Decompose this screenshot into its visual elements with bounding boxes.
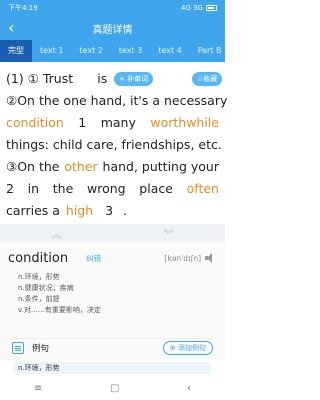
passage-word[interactable]: wrong bbox=[87, 178, 126, 200]
reading-passage: (1) ① Trust is a ful bu ②On the one hand… bbox=[0, 66, 227, 218]
blank-number[interactable]: 2 bbox=[6, 178, 14, 200]
back-nav-icon[interactable]: ‹ bbox=[187, 383, 191, 394]
passage-text: hand, putting your bbox=[102, 159, 219, 174]
expand-up-icon[interactable]: ︽ bbox=[51, 226, 61, 241]
back-icon[interactable]: ‹ bbox=[8, 18, 14, 38]
panel-divider: ︽ ︾ bbox=[0, 224, 225, 242]
meaning-item: n.条件，前提 bbox=[18, 295, 60, 303]
phonetic: [kən'dɪʃn] bbox=[164, 253, 201, 263]
home-icon[interactable]: ▢ bbox=[110, 383, 119, 394]
example-label: 例句 bbox=[32, 343, 50, 354]
word-header: condition 纠错 [kən'dɪʃn] bbox=[8, 248, 217, 268]
app-bar: ‹ 真题详情 bbox=[0, 16, 225, 40]
blank-number[interactable]: 1 bbox=[78, 112, 86, 134]
passage-line-6: 2 in the wrong place often bbox=[6, 178, 219, 200]
passage-word[interactable]: (1) ① Trust bbox=[6, 68, 73, 90]
status-bar: 下午4:19 4G 3G bbox=[0, 0, 225, 16]
speaker-icon[interactable] bbox=[205, 253, 217, 263]
meaning-item: n.环境，形势 bbox=[18, 273, 60, 281]
passage-word[interactable]: is bbox=[97, 68, 107, 90]
highlight-word-worthwhile[interactable]: worthwhile bbox=[150, 112, 219, 134]
collapse-down-icon[interactable]: ︾ bbox=[164, 226, 174, 241]
passage-line-5: ③On the other hand, putting your bbox=[6, 156, 219, 178]
word-panel: condition 纠错 [kən'dɪʃn] n.环境，形势 n.健康状况；疾… bbox=[0, 242, 225, 360]
tab-text-1[interactable]: text 1 bbox=[32, 40, 71, 62]
passage-line-1: (1) ① Trust is a ful bu bbox=[6, 68, 219, 90]
tab-part-b[interactable]: Part B bbox=[190, 40, 225, 62]
passage-word[interactable]: many bbox=[101, 112, 136, 134]
menu-icon[interactable]: ≡ bbox=[34, 383, 42, 394]
passage-line-7: carries a high 3 . bbox=[6, 200, 219, 222]
passage-period: . bbox=[123, 203, 128, 218]
meaning-item: v.对……有重要影响，决定 bbox=[18, 306, 101, 314]
passage-line-2: ②On the one hand, it's a necessary bbox=[6, 90, 227, 112]
passage-word[interactable]: in bbox=[28, 178, 39, 200]
highlight-word-often[interactable]: often bbox=[187, 178, 219, 200]
page-title: 真题详情 bbox=[92, 24, 133, 36]
passage-text: things: child care, friendships, etc. bbox=[6, 137, 222, 152]
highlight-word-other[interactable]: other bbox=[64, 156, 97, 178]
highlight-word-condition[interactable]: condition bbox=[6, 112, 64, 134]
passage-text: ②On the one hand, it's a necessary bbox=[6, 93, 228, 108]
example-icon bbox=[12, 341, 24, 354]
status-icons: 4G 3G bbox=[181, 4, 217, 12]
highlight-word-high[interactable]: high bbox=[66, 200, 93, 222]
system-nav-bar: ≡ ▢ ‹ bbox=[0, 376, 225, 400]
tab-text-4[interactable]: text 4 bbox=[150, 40, 189, 62]
passage-text: ③On the bbox=[6, 159, 60, 174]
meaning-item: n.健康状况；疾病 bbox=[18, 284, 74, 292]
example-item: n.环境，形势 bbox=[14, 362, 211, 374]
add-word-button[interactable]: + 补单词 bbox=[114, 72, 154, 86]
passage-word[interactable]: place bbox=[139, 178, 173, 200]
passage-line-4: things: child care, friendships, etc. bbox=[6, 134, 222, 156]
signal-text: 4G 3G bbox=[181, 4, 203, 12]
tab-cloze[interactable]: 完型 bbox=[0, 40, 32, 62]
example-header: 例句 ⊕ 添加例句 bbox=[12, 338, 213, 356]
meaning-list: n.环境，形势 n.健康状况；疾病 n.条件，前提 v.对……有重要影响，决定 bbox=[18, 272, 101, 316]
tab-text-2[interactable]: text 2 bbox=[71, 40, 110, 62]
tab-strip: 完型 text 1 text 2 text 3 text 4 Part B bbox=[0, 40, 225, 62]
headword: condition bbox=[8, 250, 69, 266]
passage-line-3: condition 1 many worthwhile bbox=[6, 112, 219, 134]
tab-text-3[interactable]: text 3 bbox=[111, 40, 150, 62]
blank-number[interactable]: 3 bbox=[105, 200, 113, 222]
correct-error-link[interactable]: 纠错 bbox=[86, 253, 101, 264]
passage-word[interactable]: the bbox=[53, 178, 74, 200]
status-time: 下午4:19 bbox=[8, 4, 38, 12]
add-example-button[interactable]: ⊕ 添加例句 bbox=[162, 340, 213, 355]
favorite-button[interactable]: ☆收藏 bbox=[192, 72, 223, 86]
passage-text: carries a bbox=[6, 203, 60, 218]
battery-icon bbox=[206, 5, 217, 11]
